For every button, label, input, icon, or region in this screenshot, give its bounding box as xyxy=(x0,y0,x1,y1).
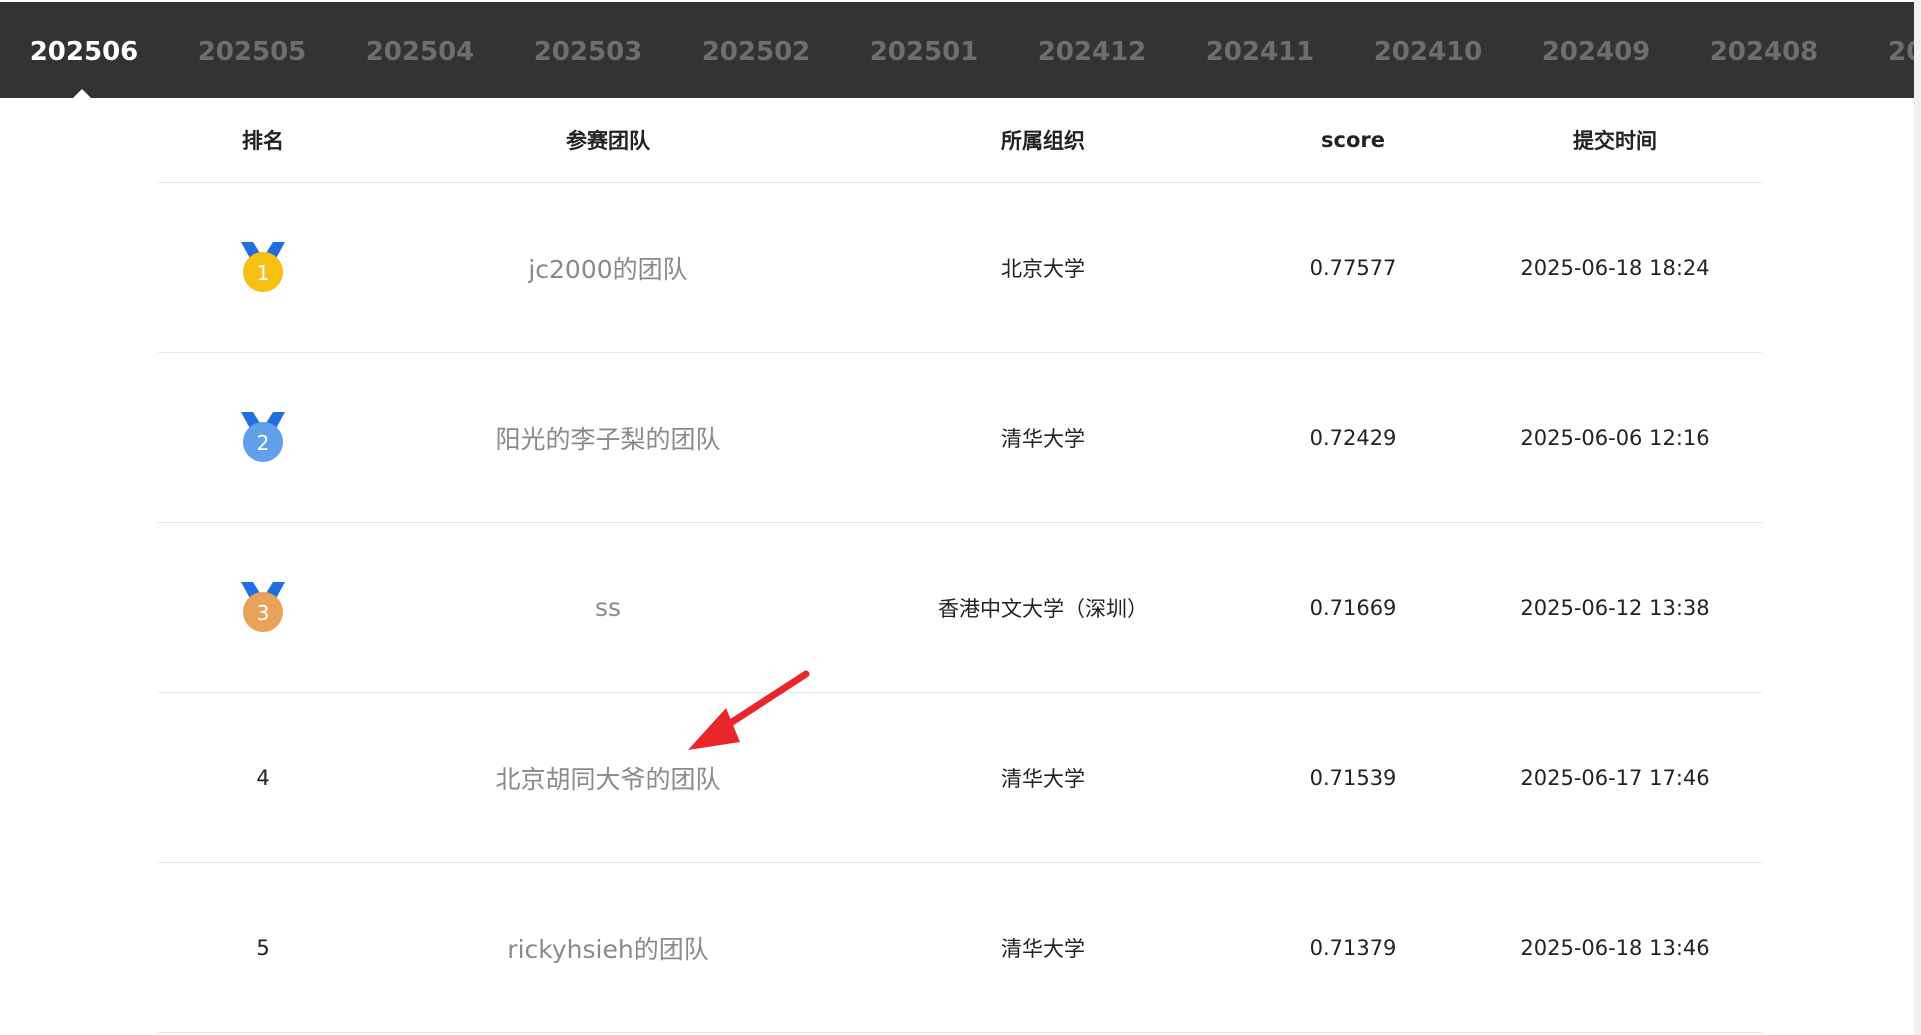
month-tab-bar: 202506 202505 202504 202503 202502 20250… xyxy=(0,2,1921,98)
score-cell: 0.71539 xyxy=(1309,765,1397,790)
table-header: 排名 参赛团队 所属组织 score 提交时间 xyxy=(158,98,1762,183)
time-cell: 2025-06-06 12:16 xyxy=(1520,425,1710,450)
tab-partial[interactable]: 20 xyxy=(1848,2,1921,98)
tab-202501[interactable]: 202501 xyxy=(840,2,1008,98)
medal-number: 1 xyxy=(257,261,270,285)
team-name-link[interactable]: 阳光的李子梨的团队 xyxy=(368,353,848,522)
tab-202506[interactable]: 202506 xyxy=(0,2,168,98)
medal-icon: 2 xyxy=(241,411,285,462)
score-cell: 0.71669 xyxy=(1309,595,1397,620)
time-cell: 2025-06-18 18:24 xyxy=(1520,255,1710,280)
medal-number: 2 xyxy=(257,431,270,455)
rank-cell: 2 xyxy=(158,353,368,522)
medal-icon: 3 xyxy=(241,581,285,632)
header-score: score xyxy=(1321,128,1385,152)
rank-cell: 1 xyxy=(158,183,368,352)
score-cell: 0.71379 xyxy=(1309,935,1397,960)
team-name-link[interactable]: jc2000的团队 xyxy=(368,183,848,352)
time-cell: 2025-06-17 17:46 xyxy=(1520,765,1710,790)
org-cell: 香港中文大学（深圳） xyxy=(938,596,1148,621)
rank-cell: 4 xyxy=(158,693,368,862)
tab-202502[interactable]: 202502 xyxy=(672,2,840,98)
tab-202408[interactable]: 202408 xyxy=(1680,2,1848,98)
scrollbar[interactable] xyxy=(1914,0,1921,1035)
score-cell: 0.77577 xyxy=(1309,255,1397,280)
header-org: 所属组织 xyxy=(1001,129,1085,153)
table-row: 5 rickyhsieh的团队 清华大学 0.71379 2025-06-18 … xyxy=(158,863,1762,1033)
org-cell: 清华大学 xyxy=(1001,936,1085,961)
rank-cell: 5 xyxy=(158,863,368,1032)
header-time: 提交时间 xyxy=(1573,129,1657,153)
team-name-link[interactable]: ss xyxy=(368,523,848,692)
team-name-link[interactable]: 北京胡同大爷的团队 xyxy=(368,693,848,862)
leaderboard-table: 排名 参赛团队 所属组织 score 提交时间 1 jc2000的团队 北京大学… xyxy=(158,98,1762,1033)
tab-202503[interactable]: 202503 xyxy=(504,2,672,98)
score-cell: 0.72429 xyxy=(1309,425,1397,450)
tab-202504[interactable]: 202504 xyxy=(336,2,504,98)
table-row: 1 jc2000的团队 北京大学 0.77577 2025-06-18 18:2… xyxy=(158,183,1762,353)
org-cell: 北京大学 xyxy=(1001,256,1085,281)
tab-202409[interactable]: 202409 xyxy=(1512,2,1680,98)
tab-202505[interactable]: 202505 xyxy=(168,2,336,98)
header-rank: 排名 xyxy=(242,129,284,153)
rank-number: 4 xyxy=(256,765,270,790)
table-row: 2 阳光的李子梨的团队 清华大学 0.72429 2025-06-06 12:1… xyxy=(158,353,1762,523)
rank-cell: 3 xyxy=(158,523,368,692)
tab-202411[interactable]: 202411 xyxy=(1176,2,1344,98)
tab-202410[interactable]: 202410 xyxy=(1344,2,1512,98)
header-team: 参赛团队 xyxy=(566,129,650,153)
time-cell: 2025-06-12 13:38 xyxy=(1520,595,1710,620)
org-cell: 清华大学 xyxy=(1001,426,1085,451)
tab-202412[interactable]: 202412 xyxy=(1008,2,1176,98)
org-cell: 清华大学 xyxy=(1001,766,1085,791)
rank-number: 5 xyxy=(256,935,270,960)
medal-icon: 1 xyxy=(241,241,285,292)
medal-number: 3 xyxy=(257,601,270,625)
time-cell: 2025-06-18 13:46 xyxy=(1520,935,1710,960)
table-row: 4 北京胡同大爷的团队 清华大学 0.71539 2025-06-17 17:4… xyxy=(158,693,1762,863)
active-tab-indicator xyxy=(72,89,92,98)
table-row: 3 ss 香港中文大学（深圳） 0.71669 2025-06-12 13:38 xyxy=(158,523,1762,693)
team-name-link[interactable]: rickyhsieh的团队 xyxy=(368,863,848,1032)
